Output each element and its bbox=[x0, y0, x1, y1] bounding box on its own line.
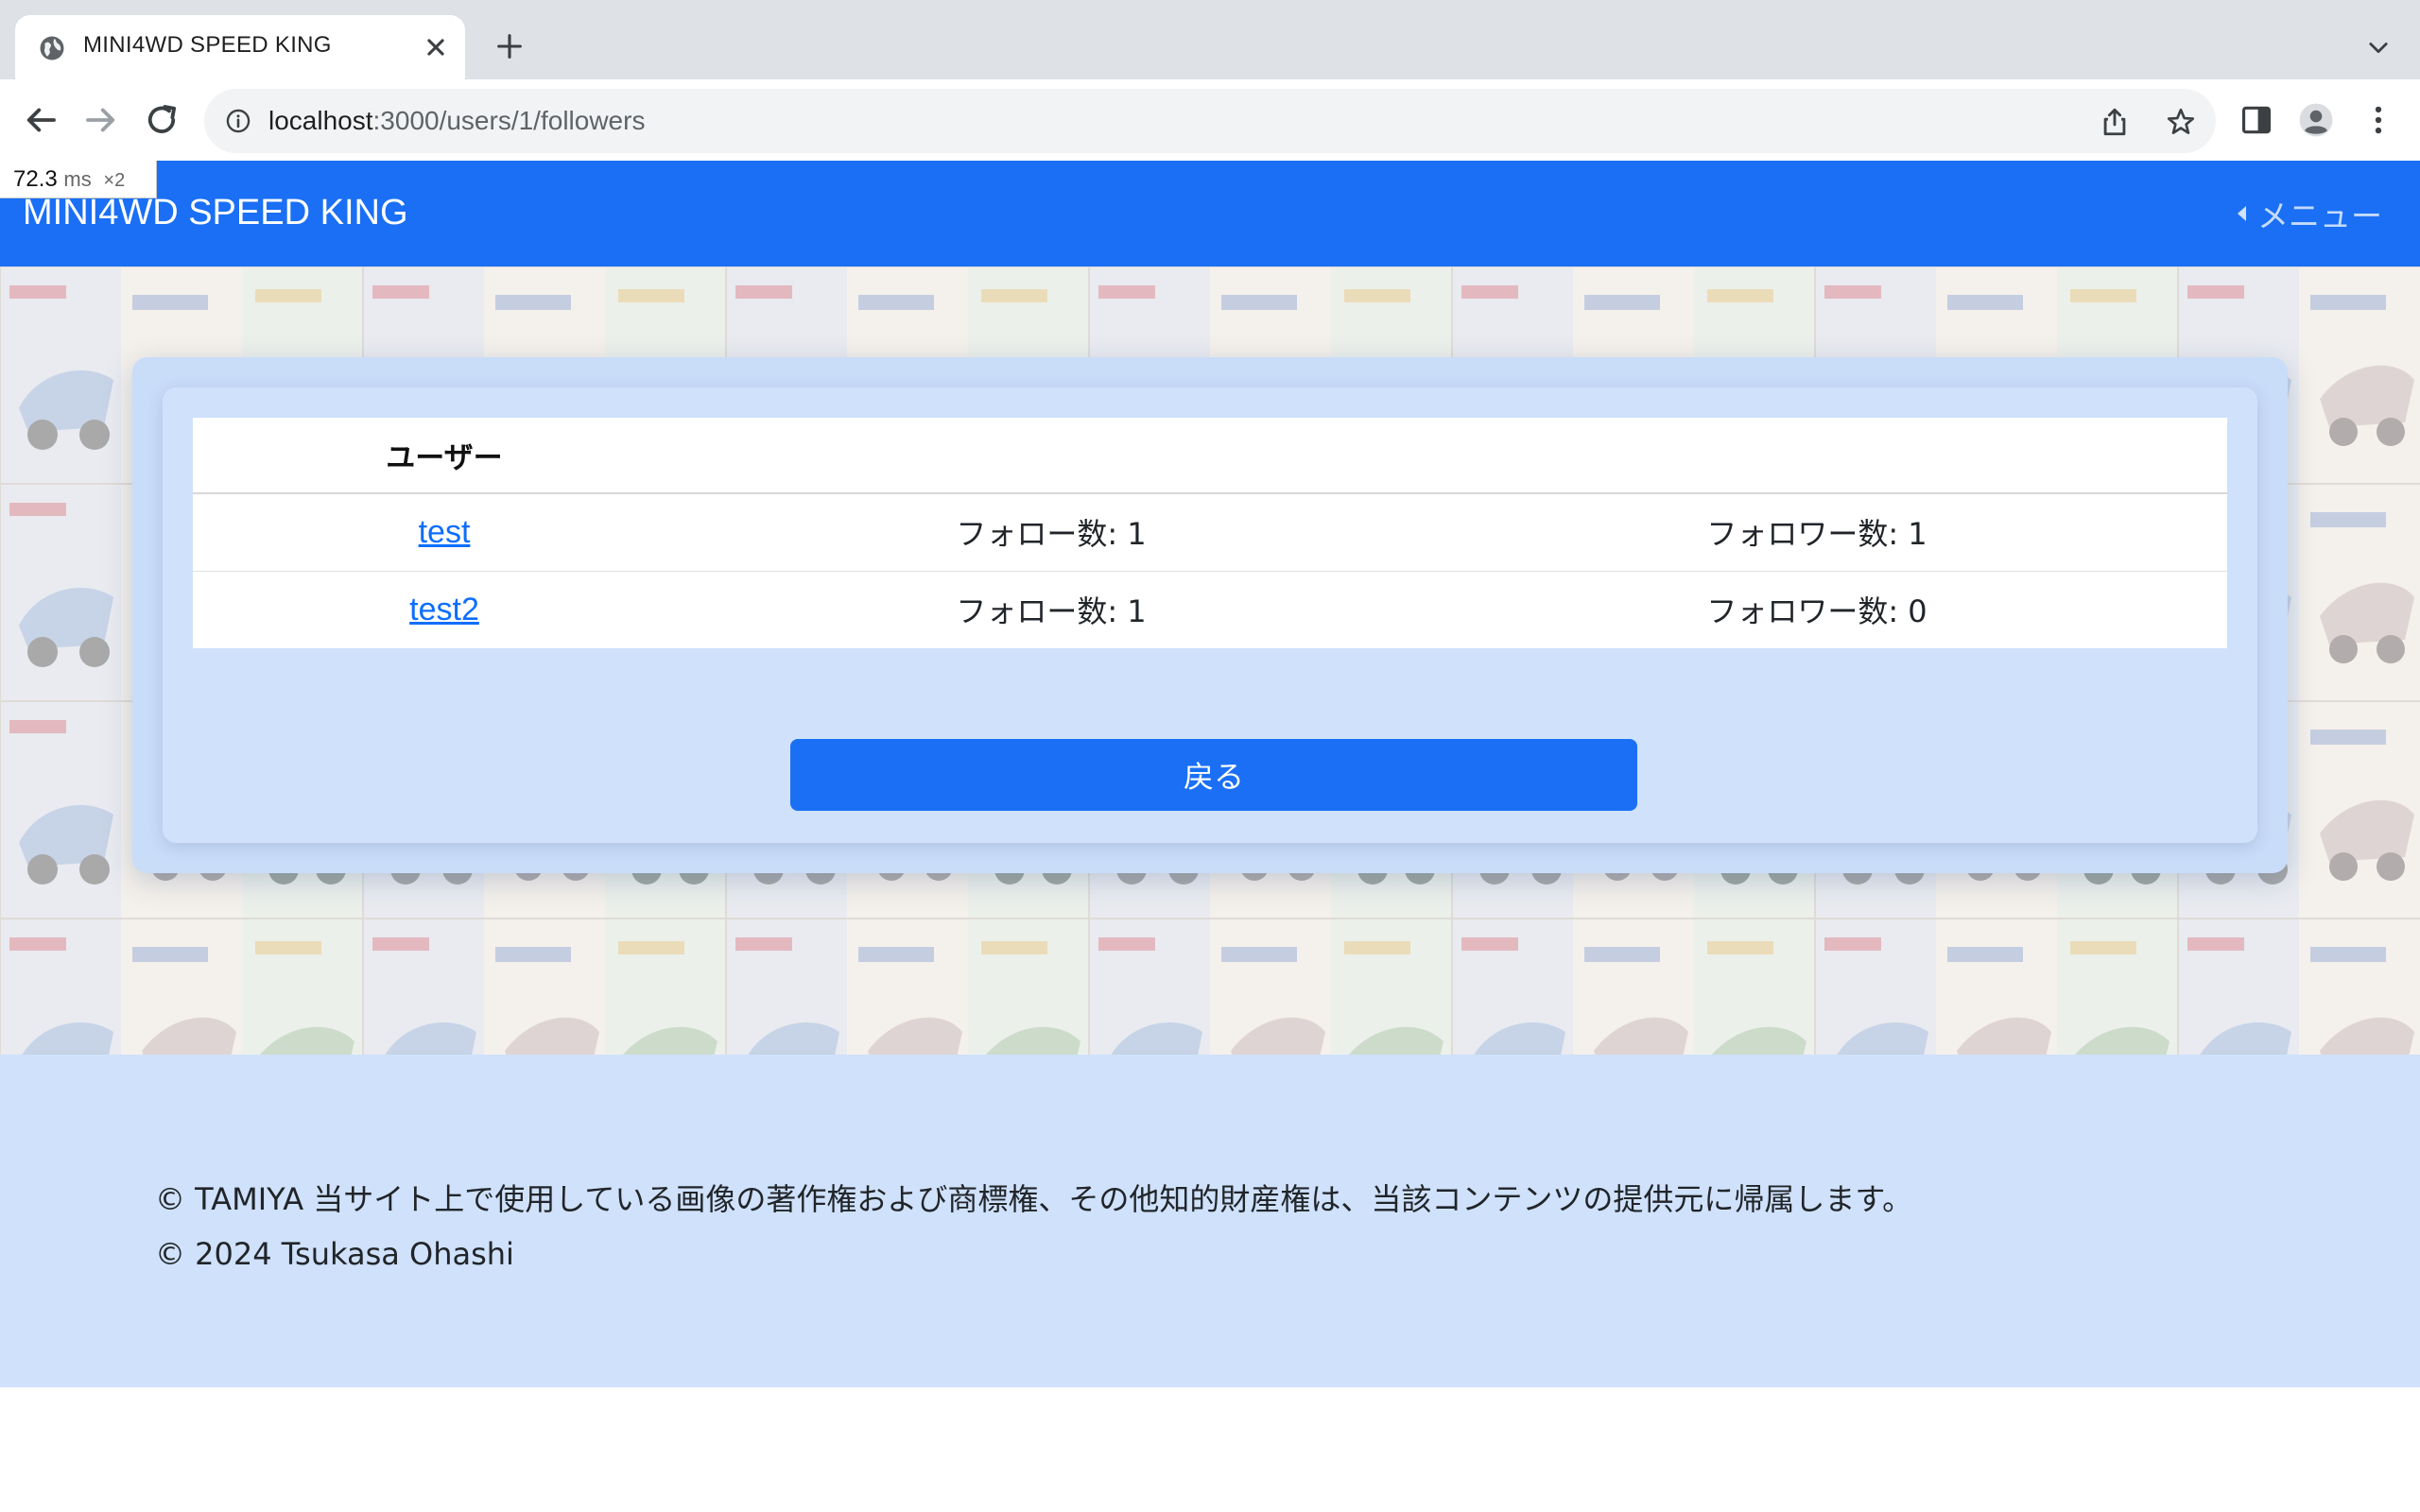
url-path: :3000/users/1/followers bbox=[372, 106, 646, 135]
follow-count: フォロー数: 1 bbox=[696, 493, 1407, 572]
url-host: localhost bbox=[268, 106, 373, 135]
kebab-menu-icon[interactable] bbox=[2360, 102, 2396, 138]
forward-arrow-icon[interactable] bbox=[81, 100, 121, 140]
site-info-icon[interactable] bbox=[225, 108, 251, 134]
browser-toolbar: localhost:3000/users/1/followers bbox=[0, 79, 2420, 161]
perf-multiplier: ×2 bbox=[103, 170, 126, 191]
content-card: ユーザー test フォロー数: 1 フォロワー数: 1 test2 フォロー数… bbox=[132, 357, 2288, 873]
author-credit: © 2024 Tsukasa Ohashi bbox=[155, 1236, 514, 1272]
profile-avatar-icon[interactable] bbox=[2298, 102, 2334, 138]
follower-count: フォロワー数: 1 bbox=[1407, 493, 2227, 572]
site-brand[interactable]: MINI4WD SPEED KING bbox=[23, 193, 408, 233]
browser-tab[interactable]: MINI4WD SPEED KING bbox=[15, 15, 465, 79]
user-link[interactable]: test bbox=[419, 514, 471, 550]
column-header-blank bbox=[696, 418, 1407, 494]
close-tab-icon[interactable] bbox=[420, 31, 452, 63]
back-button[interactable]: 戻る bbox=[790, 739, 1637, 811]
table-header-row: ユーザー bbox=[193, 418, 2227, 494]
url-text[interactable]: localhost:3000/users/1/followers bbox=[268, 106, 645, 136]
caret-left-icon bbox=[2238, 206, 2246, 221]
column-header-blank bbox=[1407, 418, 2227, 494]
column-header-user: ユーザー bbox=[193, 418, 696, 494]
new-tab-icon[interactable] bbox=[493, 30, 526, 62]
perf-unit: ms bbox=[63, 167, 92, 191]
followers-table: ユーザー test フォロー数: 1 フォロワー数: 1 test2 フォロー数… bbox=[193, 418, 2227, 648]
table-row: test2 フォロー数: 1 フォロワー数: 0 bbox=[193, 571, 2227, 648]
share-icon[interactable] bbox=[2099, 106, 2131, 138]
follower-count: フォロワー数: 0 bbox=[1706, 593, 1927, 630]
menu-toggle-button[interactable]: メニュー bbox=[2238, 195, 2382, 234]
followers-card: ユーザー test フォロー数: 1 フォロワー数: 1 test2 フォロー数… bbox=[163, 387, 2257, 843]
user-cell: test2 bbox=[193, 571, 696, 648]
follow-count: フォロー数: 1 bbox=[956, 593, 1147, 630]
reload-icon[interactable] bbox=[142, 100, 182, 140]
site-navbar: MINI4WD SPEED KING メニュー bbox=[0, 161, 2420, 266]
chevron-down-icon[interactable] bbox=[2365, 34, 2392, 60]
user-cell: test bbox=[193, 493, 696, 572]
address-bar[interactable]: localhost:3000/users/1/followers bbox=[204, 89, 2216, 153]
copyright-notice: © TAMIYA 当サイト上で使用している画像の著作権および商標権、その他知的財… bbox=[155, 1181, 1913, 1217]
perf-value: 72.3 bbox=[13, 166, 58, 192]
bookmark-star-icon[interactable] bbox=[2165, 106, 2197, 138]
browser-tab-strip: MINI4WD SPEED KING bbox=[0, 0, 2420, 79]
user-link[interactable]: test2 bbox=[409, 592, 479, 627]
tab-title: MINI4WD SPEED KING bbox=[83, 32, 332, 58]
site-footer: © TAMIYA 当サイト上で使用している画像の著作権および商標権、その他知的財… bbox=[0, 1055, 2420, 1387]
table-row: test フォロー数: 1 フォロワー数: 1 bbox=[193, 493, 2227, 572]
hero-section: ユーザー test フォロー数: 1 フォロワー数: 1 test2 フォロー数… bbox=[0, 266, 2420, 1055]
render-time-badge: 72.3 ms ×2 bbox=[0, 161, 157, 198]
menu-label: メニュー bbox=[2257, 198, 2382, 234]
back-arrow-icon[interactable] bbox=[21, 100, 60, 140]
globe-icon bbox=[40, 36, 64, 60]
side-panel-icon[interactable] bbox=[2238, 102, 2274, 138]
